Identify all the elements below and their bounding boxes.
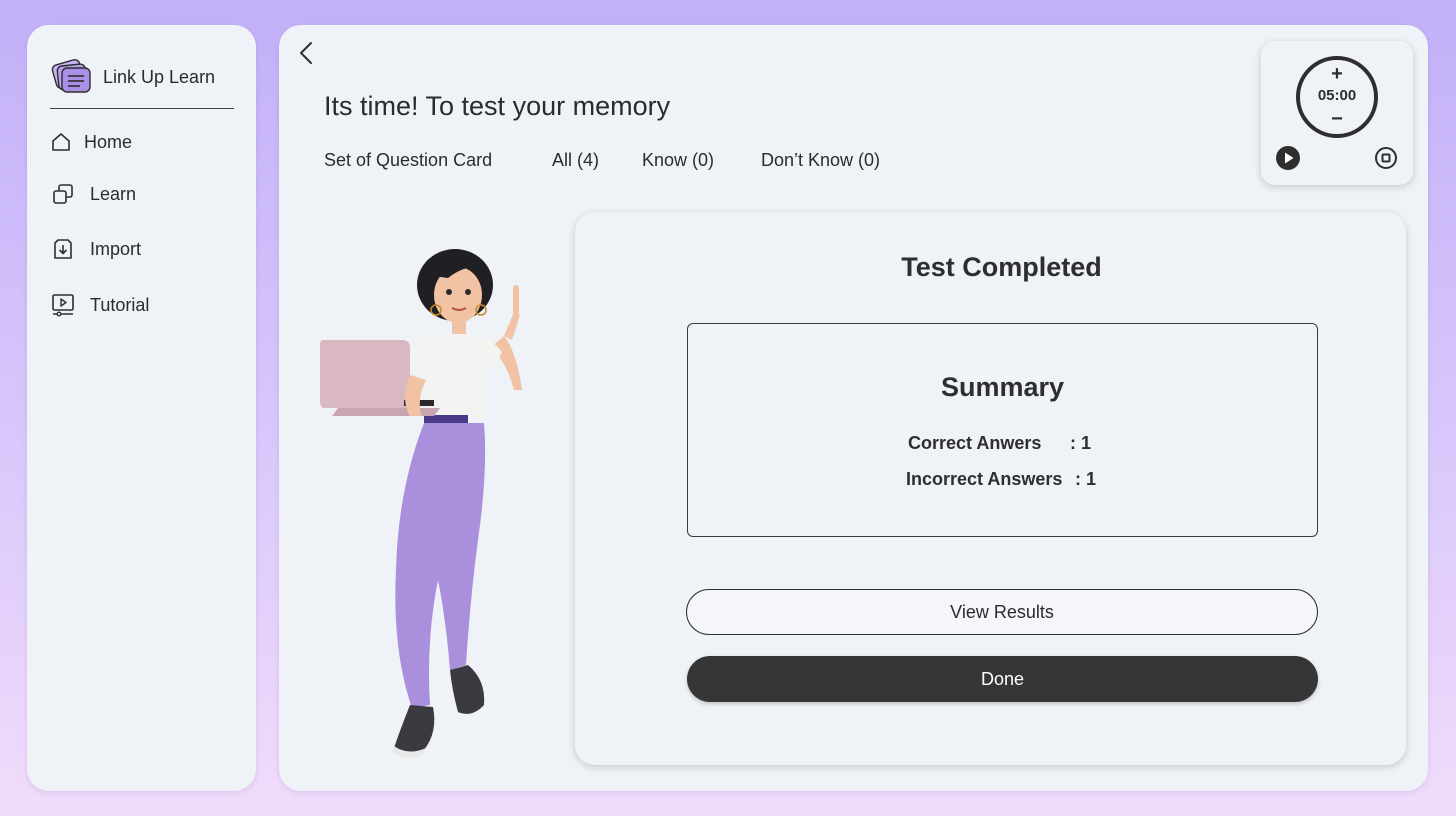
- import-icon: [54, 239, 72, 259]
- sidebar-item-tutorial[interactable]: Tutorial: [51, 293, 149, 317]
- layers-icon: [53, 184, 73, 204]
- sidebar-item-label: Tutorial: [90, 294, 150, 315]
- page-title: Its time! To test your memory: [324, 91, 671, 121]
- timer-display: 05:00: [1317, 87, 1357, 104]
- incorrect-answers-label: Incorrect Answers: [906, 469, 1063, 489]
- summary-title: Summary: [940, 372, 1065, 402]
- brand-divider: [50, 108, 234, 109]
- home-icon: [52, 133, 70, 151]
- cards-logo-icon: [51, 59, 91, 93]
- correct-answers-value: : 1: [1070, 433, 1092, 453]
- sidebar-item-import[interactable]: Import: [52, 238, 141, 260]
- incorrect-answers-value: : 1: [1075, 469, 1097, 489]
- timer-decrease-button[interactable]: −: [1329, 107, 1345, 131]
- tab-know[interactable]: Know (0): [642, 150, 714, 171]
- tab-dont-know[interactable]: Don’t Know (0): [761, 150, 880, 171]
- timer-increase-button[interactable]: +: [1329, 62, 1345, 86]
- sidebar-item-label: Import: [90, 238, 142, 259]
- correct-answers-label: Correct Anwers: [908, 433, 1042, 453]
- sidebar-item-learn[interactable]: Learn: [52, 183, 136, 205]
- summary-box: [687, 323, 1318, 537]
- stop-icon[interactable]: [1374, 146, 1398, 170]
- sidebar-item-label: Home: [84, 131, 133, 152]
- woman-with-laptop-illustration: [320, 249, 522, 758]
- done-button[interactable]: Done: [687, 656, 1318, 702]
- tab-question-set[interactable]: Set of Question Card: [324, 150, 492, 171]
- sidebar-item-home[interactable]: Home: [50, 131, 132, 153]
- back-arrow-icon[interactable]: [296, 40, 318, 66]
- sidebar-item-label: Learn: [90, 183, 137, 204]
- video-icon: [52, 294, 74, 317]
- brand-name: Link Up Learn: [103, 67, 216, 87]
- view-results-button[interactable]: View Results: [686, 589, 1318, 635]
- tab-all[interactable]: All (4): [552, 150, 599, 171]
- result-title: Test Completed: [901, 252, 1102, 282]
- play-icon[interactable]: [1275, 145, 1301, 171]
- brand-logo[interactable]: [50, 56, 92, 96]
